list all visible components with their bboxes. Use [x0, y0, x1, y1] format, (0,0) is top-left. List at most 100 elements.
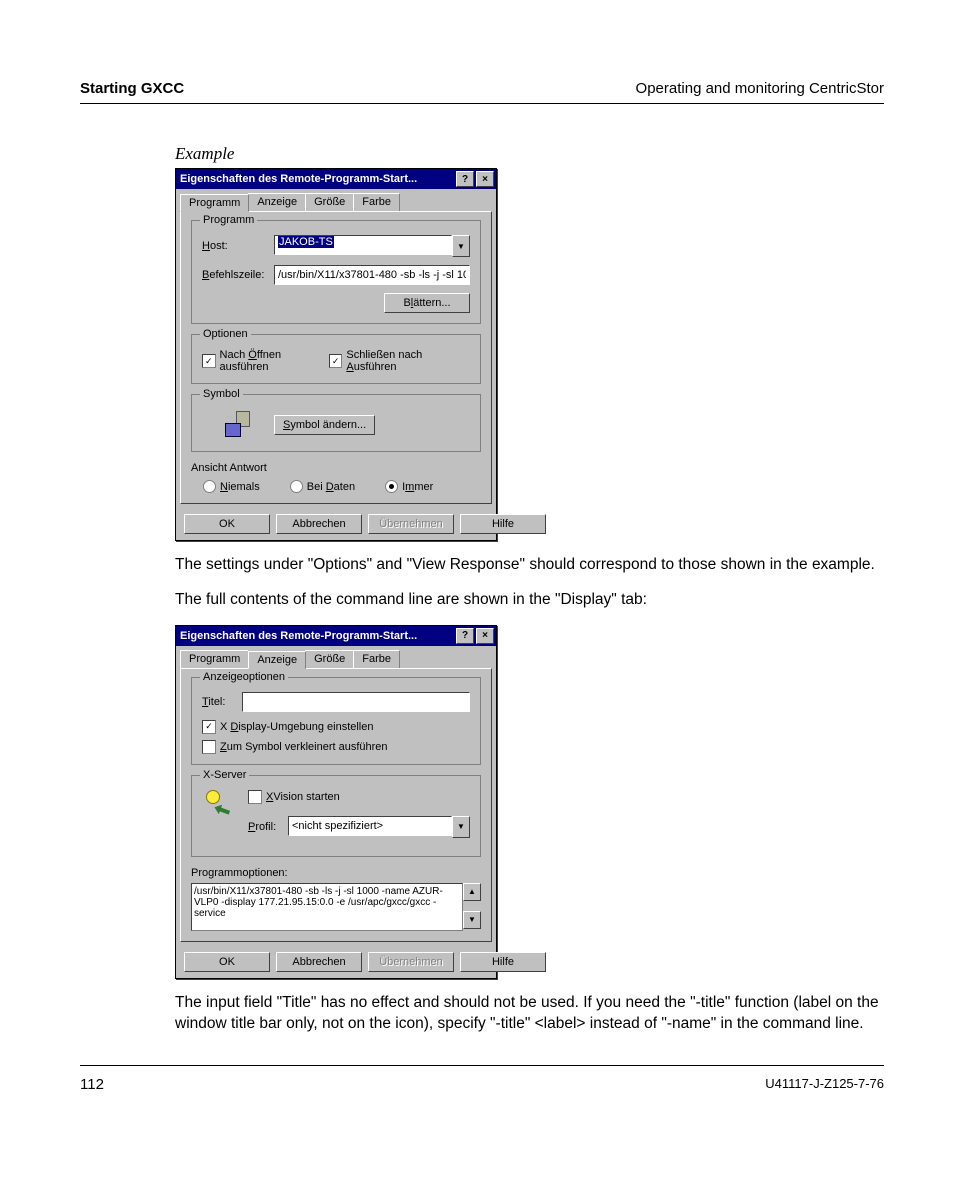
host-input[interactable]: JAKOB-TS [274, 235, 452, 255]
page-footer: 112 U41117-J-Z125-7-76 [80, 1065, 884, 1093]
group-legend-anzeige: Anzeigeoptionen [200, 671, 288, 683]
dialog-buttons: OK Abbrechen Übernehmen Hilfe [176, 508, 496, 540]
tabs: Programm Anzeige Größe Farbe [176, 189, 496, 211]
checkbox-icon: ✓ [202, 720, 216, 734]
cancel-button[interactable]: Abbrechen [276, 514, 362, 534]
host-label: Host: [202, 240, 274, 252]
group-legend-symbol: Symbol [200, 388, 243, 400]
paragraph-2: The full contents of the command line ar… [175, 590, 884, 611]
checkbox-label: Schließen nach Ausführen [346, 349, 470, 373]
close-icon[interactable]: × [476, 628, 494, 644]
help-icon[interactable]: ? [456, 628, 474, 644]
tabs: Programm Anzeige Größe Farbe [176, 646, 496, 668]
checkbox-icon [248, 790, 262, 804]
checkbox-label: XVision starten [266, 791, 340, 803]
doc-id: U41117-J-Z125-7-76 [765, 1076, 884, 1093]
window-title: Eigenschaften des Remote-Programm-Start.… [180, 173, 417, 185]
tab-farbe[interactable]: Farbe [353, 193, 400, 211]
paragraph-1: The settings under "Options" and "View R… [175, 555, 884, 576]
tab-groesse[interactable]: Größe [305, 193, 354, 211]
header-left: Starting GXCC [80, 80, 184, 97]
paragraph-3: The input field "Title" has no effect an… [175, 993, 884, 1035]
radio-label: Niemals [220, 481, 260, 493]
scroll-up-icon[interactable]: ▲ [463, 883, 481, 901]
tab-panel: Programm Host: JAKOB-TS ▼ Befehlszeile: … [180, 211, 492, 504]
group-legend-optionen: Optionen [200, 328, 251, 340]
befehl-label: Befehlszeile: [202, 269, 274, 281]
checkbox-icon [202, 740, 216, 754]
help-icon[interactable]: ? [456, 171, 474, 187]
checkbox-icon: ✓ [202, 354, 216, 368]
group-programm: Programm Host: JAKOB-TS ▼ Befehlszeile: … [191, 220, 481, 324]
titel-label: Titel: [202, 696, 242, 708]
radio-niemals[interactable]: Niemals [203, 480, 260, 493]
checkbox-schliessen[interactable]: ✓ Schließen nach Ausführen [329, 349, 470, 373]
ansicht-label: Ansicht Antwort [191, 462, 481, 474]
checkbox-icon: ✓ [329, 354, 343, 368]
radio-label: Immer [402, 481, 433, 493]
apply-button[interactable]: Übernehmen [368, 514, 454, 534]
scroll-down-icon[interactable]: ▼ [463, 911, 481, 929]
group-ansicht: Ansicht Antwort Niemals Bei Daten Immer [191, 462, 481, 493]
programmoptionen-label: Programmoptionen: [191, 867, 481, 879]
checkbox-xdisplay[interactable]: ✓ X Display-Umgebung einstellen [202, 720, 470, 734]
window-title: Eigenschaften des Remote-Programm-Start.… [180, 630, 417, 642]
befehl-input[interactable] [274, 265, 470, 285]
xserver-icon [202, 790, 230, 818]
chevron-down-icon[interactable]: ▼ [452, 235, 470, 257]
host-combo[interactable]: JAKOB-TS ▼ [274, 235, 470, 257]
radio-immer[interactable]: Immer [385, 480, 433, 493]
titel-input[interactable] [242, 692, 470, 712]
checkbox-label: Zum Symbol verkleinert ausführen [220, 741, 388, 753]
tab-panel: Anzeigeoptionen Titel: ✓ X Display-Umgeb… [180, 668, 492, 942]
chevron-down-icon[interactable]: ▼ [452, 816, 470, 838]
page-number: 112 [80, 1076, 104, 1093]
example-label: Example [175, 144, 884, 164]
titlebar: Eigenschaften des Remote-Programm-Start.… [176, 169, 496, 189]
scrollbar[interactable]: ▲ ▼ [463, 883, 481, 929]
group-legend-xserver: X-Server [200, 769, 249, 781]
dialog-programm: Eigenschaften des Remote-Programm-Start.… [175, 168, 497, 541]
radio-icon [203, 480, 216, 493]
profil-combo[interactable]: ▼ [288, 816, 470, 838]
profil-label: Profil: [248, 821, 288, 833]
checkbox-label: Nach Öffnen ausführen [220, 349, 329, 373]
apply-button[interactable]: Übernehmen [368, 952, 454, 972]
page-header: Starting GXCC Operating and monitoring C… [80, 80, 884, 104]
tab-programm[interactable]: Programm [180, 194, 249, 212]
titlebar: Eigenschaften des Remote-Programm-Start.… [176, 626, 496, 646]
close-icon[interactable]: × [476, 171, 494, 187]
group-optionen: Optionen ✓ Nach Öffnen ausführen ✓ Schli… [191, 334, 481, 384]
checkbox-nach-oeffnen[interactable]: ✓ Nach Öffnen ausführen [202, 349, 329, 373]
group-symbol: Symbol Symbol ändern... [191, 394, 481, 452]
tab-farbe[interactable]: Farbe [353, 650, 400, 668]
checkbox-zum-symbol[interactable]: Zum Symbol verkleinert ausführen [202, 740, 470, 754]
program-icon [222, 409, 254, 441]
group-xserver: X-Server XVision starten Profil: [191, 775, 481, 857]
profil-input[interactable] [288, 816, 452, 836]
checkbox-xvision[interactable]: XVision starten [248, 790, 470, 804]
radio-icon [385, 480, 398, 493]
group-anzeigeoptionen: Anzeigeoptionen Titel: ✓ X Display-Umgeb… [191, 677, 481, 765]
group-programmoptionen: Programmoptionen: ▲ ▼ [191, 867, 481, 931]
checkbox-label: X Display-Umgebung einstellen [220, 721, 374, 733]
group-legend-programm: Programm [200, 214, 257, 226]
symbol-aendern-button[interactable]: Symbol ändern... [274, 415, 375, 435]
blattern-button[interactable]: Blättern... [384, 293, 470, 313]
tab-anzeige[interactable]: Anzeige [248, 651, 306, 669]
help-button[interactable]: Hilfe [460, 952, 546, 972]
radio-icon [290, 480, 303, 493]
tab-groesse[interactable]: Größe [305, 650, 354, 668]
radio-bei-daten[interactable]: Bei Daten [290, 480, 355, 493]
help-button[interactable]: Hilfe [460, 514, 546, 534]
dialog-buttons: OK Abbrechen Übernehmen Hilfe [176, 946, 496, 978]
tab-anzeige[interactable]: Anzeige [248, 193, 306, 211]
cancel-button[interactable]: Abbrechen [276, 952, 362, 972]
ok-button[interactable]: OK [184, 952, 270, 972]
ok-button[interactable]: OK [184, 514, 270, 534]
tab-programm[interactable]: Programm [180, 650, 249, 668]
header-right: Operating and monitoring CentricStor [636, 80, 884, 97]
radio-label: Bei Daten [307, 481, 355, 493]
dialog-anzeige: Eigenschaften des Remote-Programm-Start.… [175, 625, 497, 979]
programmoptionen-textarea[interactable] [191, 883, 463, 931]
